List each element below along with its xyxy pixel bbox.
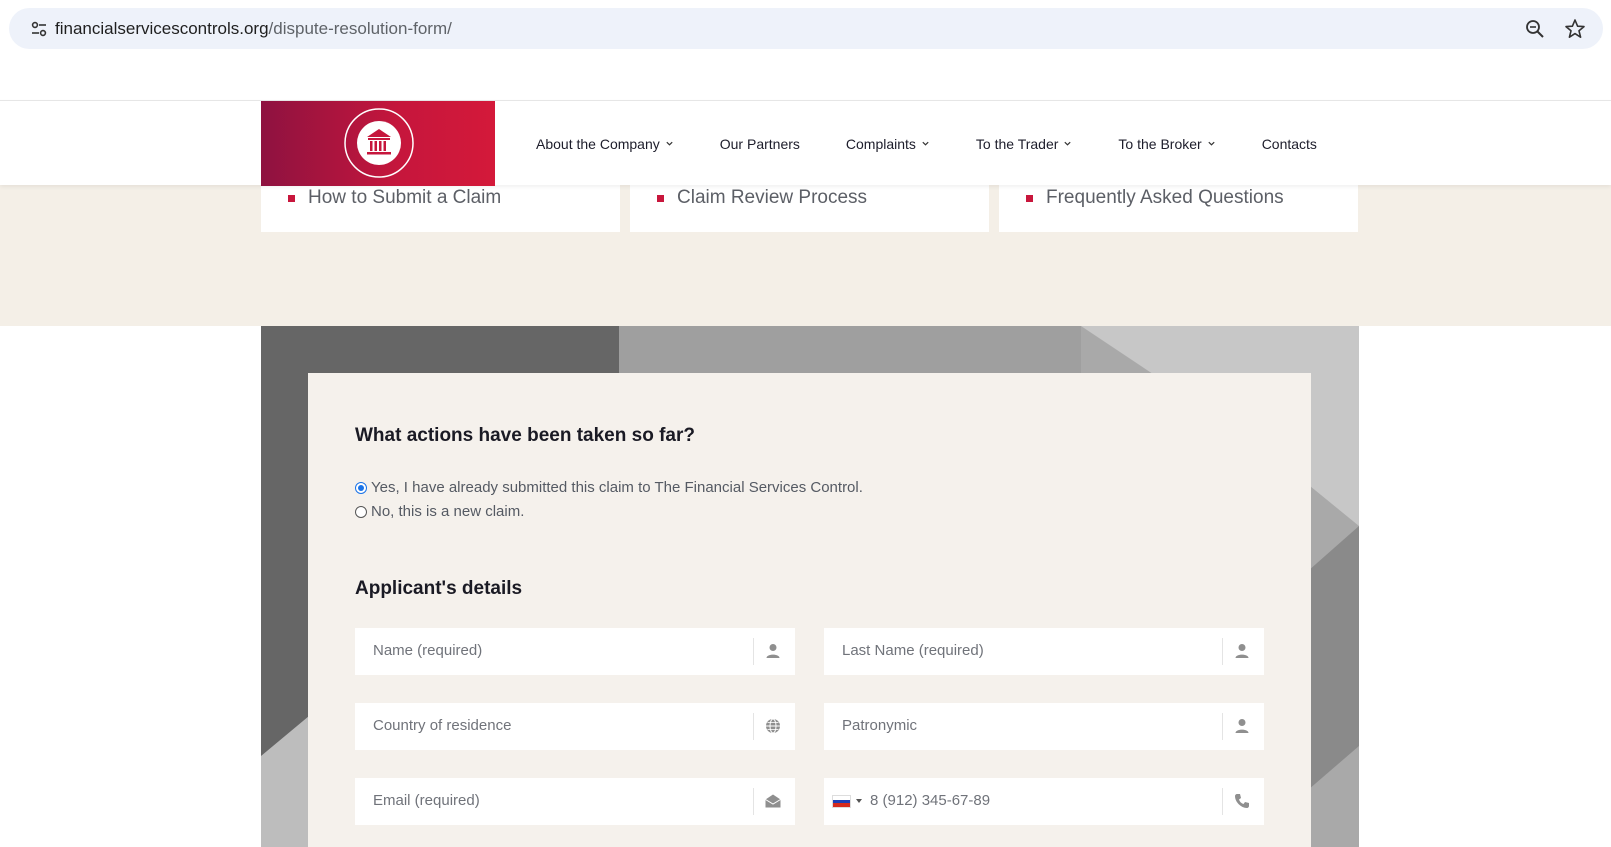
actions-section-title: What actions have been taken so far? <box>355 425 695 446</box>
user-icon <box>766 644 780 658</box>
nav-complaints[interactable]: Complaints <box>846 136 930 152</box>
russia-flag-icon[interactable] <box>832 795 851 808</box>
radio-already-submitted[interactable]: Yes, I have already submitted this claim… <box>355 479 863 496</box>
site-header: About the Company Our Partners Complaint… <box>0 100 1611 186</box>
last-name-placeholder: Last Name (required) <box>842 642 984 659</box>
card-faq[interactable]: Frequently Asked Questions <box>999 185 1358 232</box>
browser-toolbar: financialservicescontrols.org/dispute-re… <box>0 0 1611 60</box>
phone-placeholder: 8 (912) 345-67-89 <box>870 792 991 809</box>
radio-new-claim[interactable]: No, this is a new claim. <box>355 503 524 520</box>
chevron-down-icon <box>1208 141 1215 146</box>
nav-to-the-broker[interactable]: To the Broker <box>1118 136 1215 152</box>
url-text[interactable]: financialservicescontrols.org/dispute-re… <box>55 19 452 39</box>
card-how-to-submit-claim[interactable]: How to Submit a Claim <box>261 185 620 232</box>
address-bar[interactable]: financialservicescontrols.org/dispute-re… <box>9 8 1603 49</box>
nav-label: Complaints <box>845 135 916 152</box>
url-host: financialservicescontrols.org <box>55 19 269 38</box>
field-divider <box>753 788 754 815</box>
square-bullet-icon <box>288 195 295 202</box>
name-placeholder: Name (required) <box>373 642 483 659</box>
square-bullet-icon <box>1026 195 1033 202</box>
radio-button[interactable] <box>355 505 367 518</box>
field-divider <box>1222 638 1223 665</box>
email-input[interactable]: Email (required) <box>355 778 795 825</box>
main-navigation: About the Company Our Partners Complaint… <box>536 101 1317 186</box>
field-divider <box>1222 788 1223 815</box>
phone-input[interactable]: 8 (912) 345-67-89 <box>824 778 1264 825</box>
applicant-section-title: Applicant's details <box>355 578 523 599</box>
nav-label: About the Company <box>536 135 660 152</box>
nav-label: Our Partners <box>719 135 800 152</box>
nav-label: Contacts <box>1261 135 1317 152</box>
card-label: Claim Review Process <box>677 187 868 208</box>
user-icon <box>1235 644 1249 658</box>
name-input[interactable]: Name (required) <box>355 628 795 675</box>
bank-building-icon <box>344 108 414 178</box>
nav-about-the-company[interactable]: About the Company <box>536 136 674 152</box>
bookmark-star-icon[interactable] <box>1564 18 1586 40</box>
radio-button-checked[interactable] <box>355 481 367 494</box>
card-label: Frequently Asked Questions <box>1046 187 1284 208</box>
square-bullet-icon <box>657 195 664 202</box>
nav-label: To the Broker <box>1118 135 1202 152</box>
field-divider <box>753 638 754 665</box>
info-cards-section: How to Submit a Claim Claim Review Proce… <box>0 185 1611 326</box>
chevron-down-icon <box>1064 141 1072 146</box>
url-path: /dispute-resolution-form/ <box>268 19 452 38</box>
envelope-icon <box>765 794 781 808</box>
site-settings-icon[interactable] <box>29 19 49 39</box>
country-placeholder: Country of residence <box>373 717 512 734</box>
email-placeholder: Email (required) <box>373 792 480 809</box>
field-divider <box>753 713 754 740</box>
last-name-input[interactable]: Last Name (required) <box>824 628 1264 675</box>
country-input[interactable]: Country of residence <box>355 703 795 750</box>
patronymic-placeholder: Patronymic <box>842 717 918 734</box>
user-icon <box>1235 719 1249 733</box>
country-code-caret-icon[interactable] <box>856 799 862 803</box>
nav-to-the-trader[interactable]: To the Trader <box>976 136 1073 152</box>
nav-label: To the Trader <box>975 135 1059 152</box>
patronymic-input[interactable]: Patronymic <box>824 703 1264 750</box>
nav-contacts[interactable]: Contacts <box>1262 136 1317 152</box>
radio-label: No, this is a new claim. <box>371 503 525 520</box>
chevron-down-icon <box>922 141 929 146</box>
card-claim-review-process[interactable]: Claim Review Process <box>630 185 989 232</box>
radio-label: Yes, I have already submitted this claim… <box>371 479 863 496</box>
site-logo[interactable] <box>261 101 495 186</box>
field-divider <box>1222 713 1223 740</box>
globe-icon <box>766 718 780 734</box>
card-label: How to Submit a Claim <box>308 187 502 208</box>
phone-icon <box>1235 794 1249 808</box>
nav-our-partners[interactable]: Our Partners <box>720 136 800 152</box>
zoom-icon[interactable] <box>1524 18 1546 40</box>
chevron-down-icon <box>666 141 673 146</box>
